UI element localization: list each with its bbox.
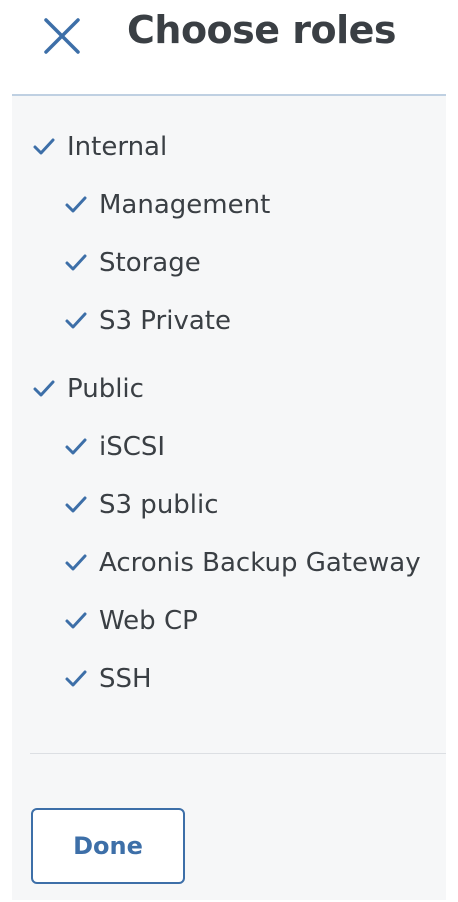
close-icon — [44, 18, 80, 54]
role-label: Acronis Backup Gateway — [99, 548, 421, 578]
role-s3-public[interactable]: S3 public — [62, 485, 219, 525]
role-web-cp[interactable]: Web CP — [62, 601, 198, 641]
checkbox-s3-public[interactable] — [62, 491, 90, 519]
check-icon — [65, 196, 87, 213]
check-icon — [33, 380, 55, 397]
check-icon — [65, 496, 87, 513]
role-ssh[interactable]: SSH — [62, 659, 152, 699]
role-label: Storage — [99, 248, 201, 278]
check-icon — [65, 554, 87, 571]
check-icon — [65, 612, 87, 629]
check-icon — [33, 138, 55, 155]
checkbox-acronis-backup-gateway[interactable] — [62, 549, 90, 577]
role-storage[interactable]: Storage — [62, 243, 201, 283]
role-acronis-backup-gateway[interactable]: Acronis Backup Gateway — [62, 543, 421, 583]
roles-panel: Internal Management Storage S3 Private P… — [12, 94, 446, 900]
dialog-header: Choose roles — [0, 0, 458, 94]
group-public[interactable]: Public — [30, 369, 144, 409]
done-button[interactable]: Done — [31, 808, 185, 884]
done-button-label: Done — [73, 832, 143, 860]
role-label: SSH — [99, 664, 152, 694]
checkbox-web-cp[interactable] — [62, 607, 90, 635]
group-label: Public — [67, 374, 144, 404]
check-icon — [65, 254, 87, 271]
role-s3-private[interactable]: S3 Private — [62, 301, 231, 341]
role-label: Management — [99, 190, 271, 220]
checkbox-storage[interactable] — [62, 249, 90, 277]
check-icon — [65, 438, 87, 455]
dialog-title: Choose roles — [127, 8, 397, 52]
close-button[interactable] — [40, 14, 84, 58]
checkbox-iscsi[interactable] — [62, 433, 90, 461]
group-internal[interactable]: Internal — [30, 127, 167, 167]
checkbox-management[interactable] — [62, 191, 90, 219]
group-label: Internal — [67, 132, 168, 162]
checkbox-s3-private[interactable] — [62, 307, 90, 335]
role-label: S3 Private — [99, 306, 231, 336]
role-label: S3 public — [99, 490, 219, 520]
checkbox-public[interactable] — [30, 375, 58, 403]
check-icon — [65, 312, 87, 329]
footer-divider — [30, 753, 446, 754]
role-label: iSCSI — [99, 432, 166, 462]
checkbox-ssh[interactable] — [62, 665, 90, 693]
role-iscsi[interactable]: iSCSI — [62, 427, 165, 467]
check-icon — [65, 670, 87, 687]
checkbox-internal[interactable] — [30, 133, 58, 161]
role-management[interactable]: Management — [62, 185, 270, 225]
role-label: Web CP — [99, 606, 198, 636]
